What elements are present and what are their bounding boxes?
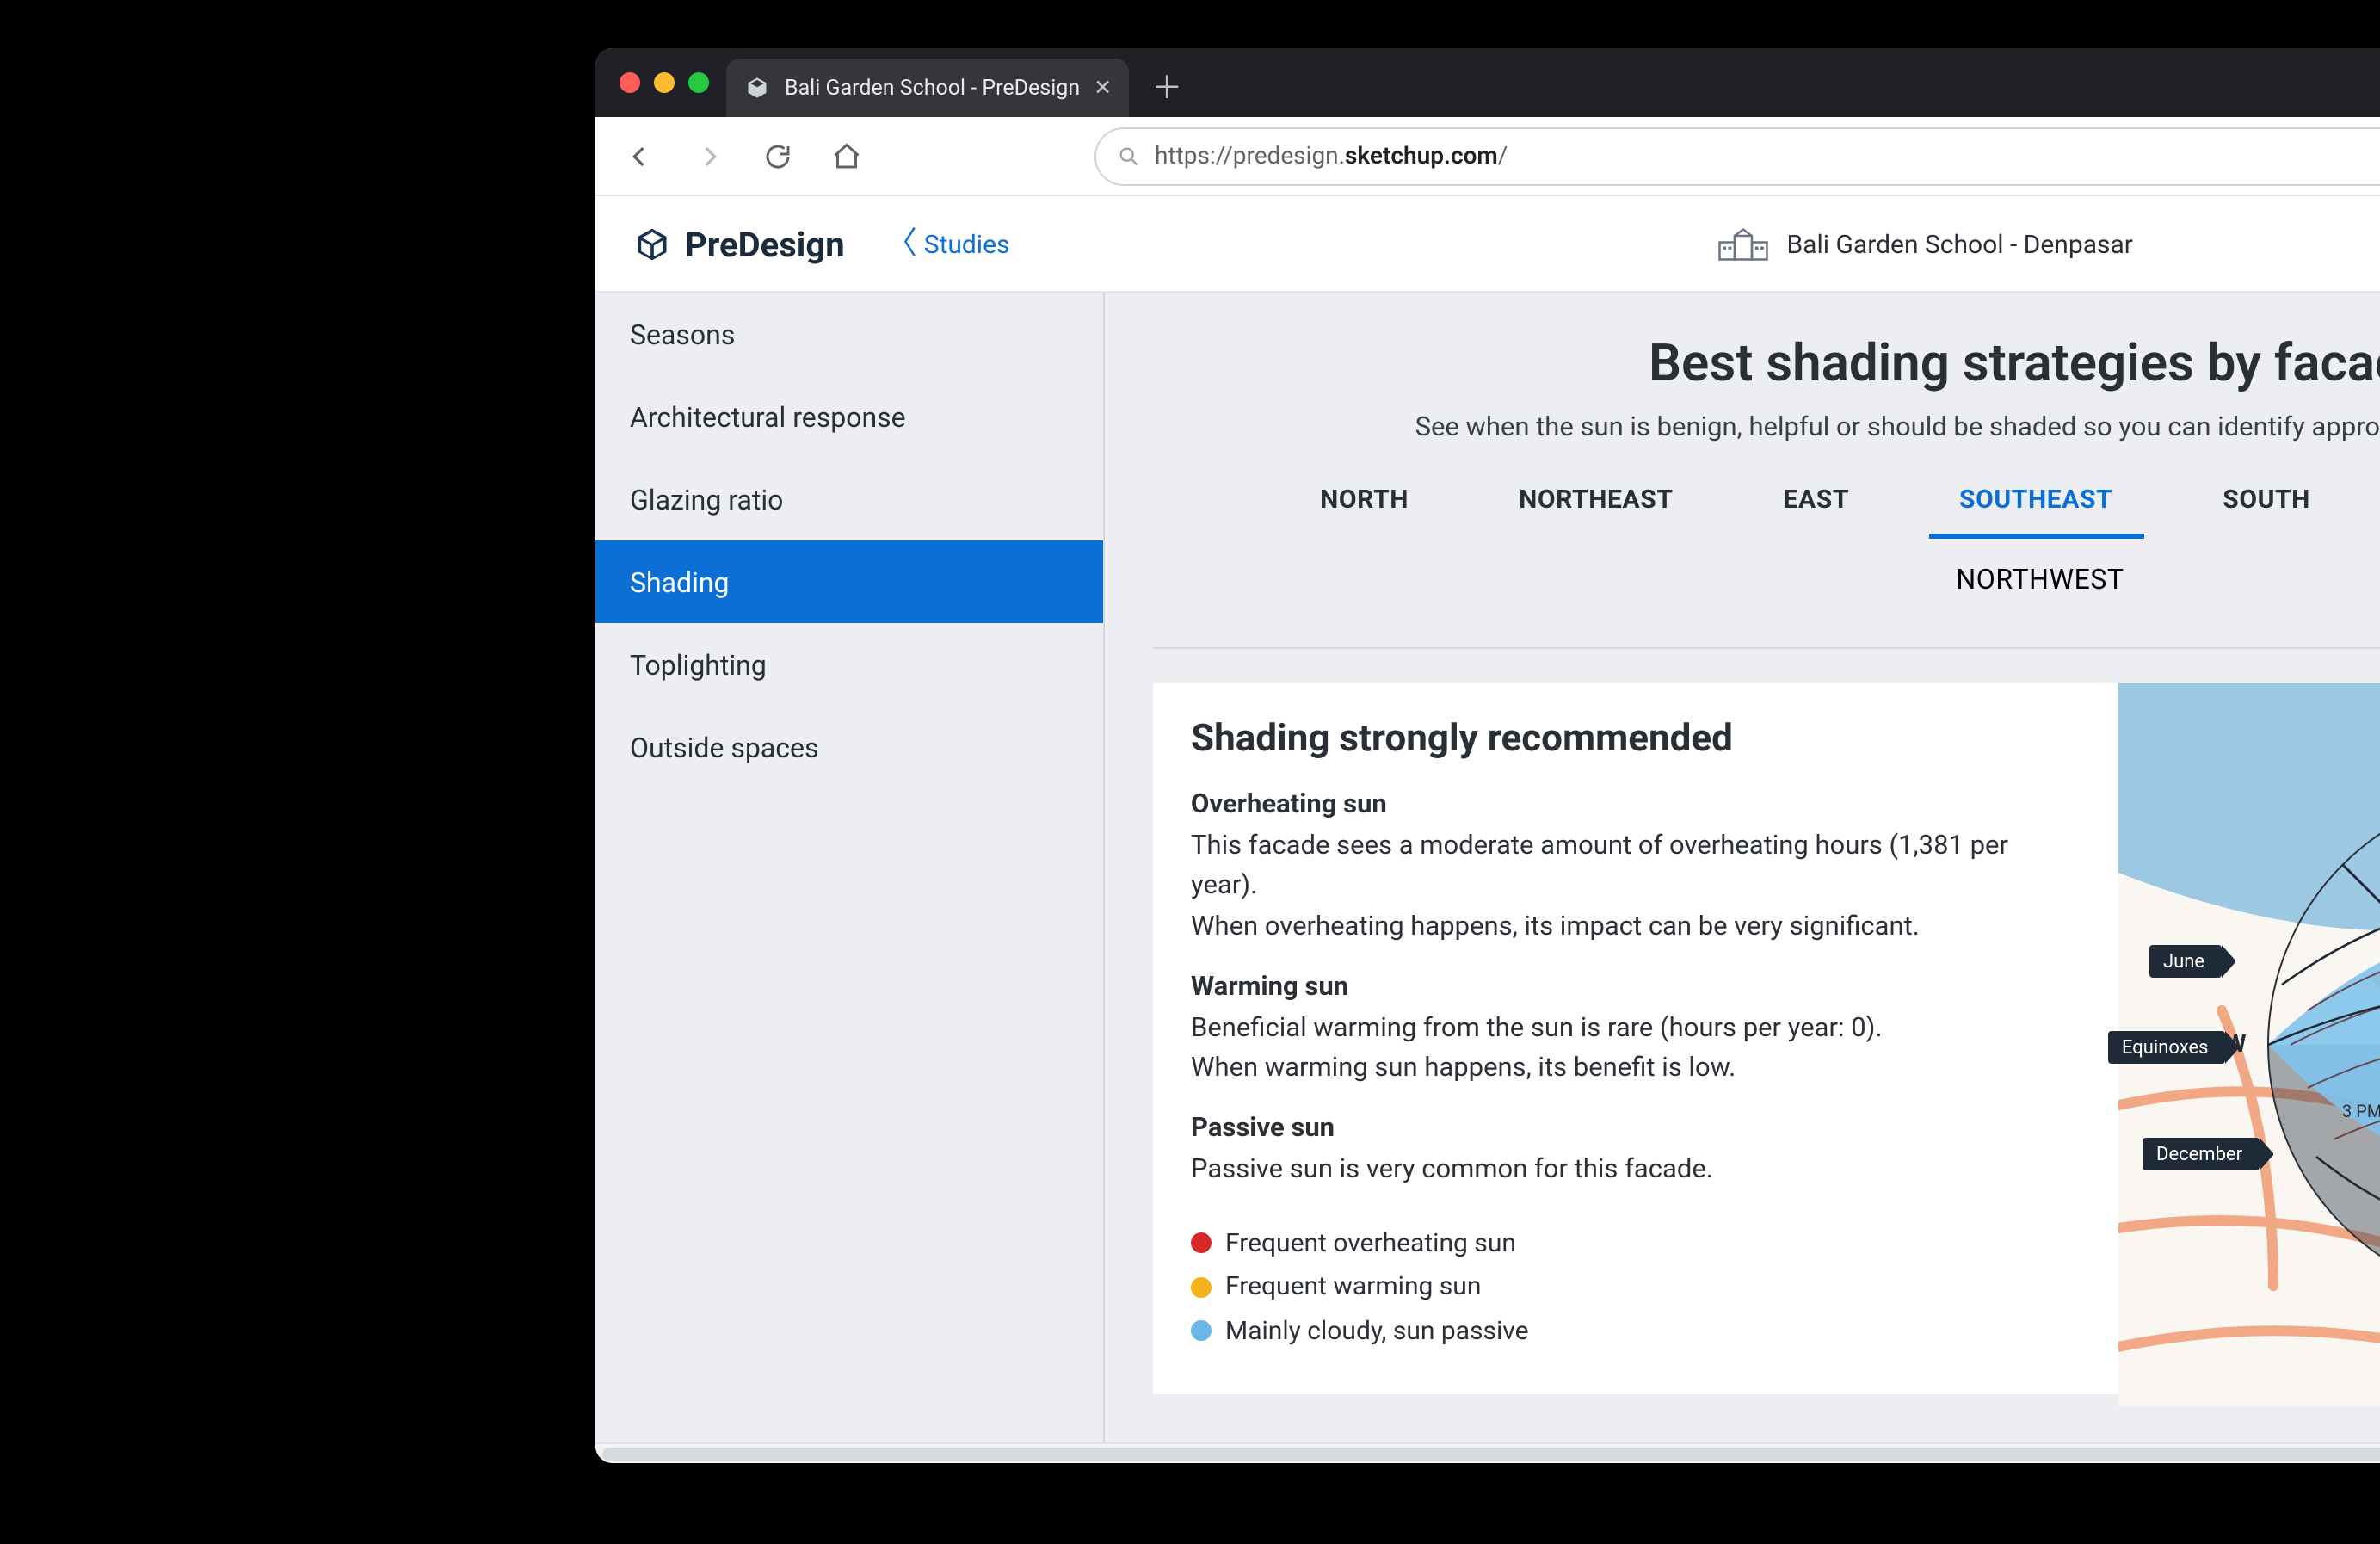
nav-reload-button[interactable] bbox=[750, 128, 805, 183]
sidebar-item-seasons[interactable]: Seasons bbox=[595, 293, 1103, 375]
nav-forward-button[interactable] bbox=[681, 128, 737, 183]
predesign-logo-icon bbox=[633, 225, 671, 262]
nav-home-button[interactable] bbox=[819, 128, 874, 183]
sidebar-item-architectural-response[interactable]: Architectural response bbox=[595, 375, 1103, 458]
results-text-panel: Shading strongly recommended Overheating… bbox=[1153, 683, 2118, 1394]
results-heading: Shading strongly recommended bbox=[1191, 718, 2081, 761]
back-link-label: Studies bbox=[923, 228, 1009, 259]
tab-title: Bali Garden School - PreDesign bbox=[785, 75, 1080, 101]
facade-tab-southeast[interactable]: SOUTHEAST bbox=[1952, 473, 2119, 532]
facade-tab-northeast[interactable]: NORTHEAST bbox=[1512, 473, 1680, 532]
main-content: Best shading strategies by facade See wh… bbox=[1105, 293, 2380, 1442]
facade-tab-south[interactable]: SOUTH bbox=[2216, 473, 2317, 532]
sidebar-item-label: Seasons bbox=[630, 318, 735, 350]
window-maximize-button[interactable] bbox=[688, 72, 709, 93]
window-minimize-button[interactable] bbox=[654, 72, 675, 93]
section-divider bbox=[1153, 647, 2380, 649]
sidebar: Seasons Architectural response Glazing r… bbox=[595, 293, 1105, 1442]
address-url: https://predesign.sketchup.com/ bbox=[1155, 142, 1508, 170]
legend-dot-blue bbox=[1191, 1321, 1212, 1342]
window-close-button[interactable] bbox=[620, 72, 640, 93]
sun-diagram-panel: N E S W Inside of building June Equinoxe… bbox=[2118, 683, 2380, 1394]
browser-tab[interactable]: Bali Garden School - PreDesign ✕ bbox=[726, 59, 1129, 117]
legend-row-passive: Mainly cloudy, sun passive bbox=[1191, 1309, 2081, 1353]
sidebar-item-shading[interactable]: Shading bbox=[595, 540, 1103, 623]
chevron-left-icon: 〈 bbox=[885, 228, 916, 259]
section-body: This facade sees a moderate amount of ov… bbox=[1191, 826, 2081, 906]
section-body: Passive sun is very common for this faca… bbox=[1191, 1151, 2081, 1191]
facade-tabs-row2: NORTHWEST bbox=[1153, 553, 2380, 613]
sidebar-item-toplighting[interactable]: Toplighting bbox=[595, 623, 1103, 706]
tag-equinoxes: Equinoxes bbox=[2108, 1031, 2226, 1064]
section-title-overheating: Overheating sun bbox=[1191, 788, 2081, 819]
page-subtitle: See when the sun is benign, helpful or s… bbox=[1153, 411, 2380, 442]
legend-dot-yellow bbox=[1191, 1277, 1212, 1298]
horizontal-scrollbar[interactable] bbox=[595, 1442, 2380, 1463]
new-tab-button[interactable]: ＋ bbox=[1143, 62, 1191, 110]
sidebar-item-label: Outside spaces bbox=[630, 731, 819, 763]
search-icon bbox=[1117, 144, 1141, 168]
sidebar-item-label: Shading bbox=[630, 565, 730, 598]
legend-row-warming: Frequent warming sun bbox=[1191, 1265, 2081, 1309]
browser-window: Bali Garden School - PreDesign ✕ ＋ h bbox=[595, 48, 2380, 1463]
nav-back-button[interactable] bbox=[613, 128, 668, 183]
legend-label: Mainly cloudy, sun passive bbox=[1225, 1309, 1529, 1353]
building-icon bbox=[1717, 226, 1769, 261]
sidebar-item-outside-spaces[interactable]: Outside spaces bbox=[595, 706, 1103, 788]
page-title: Best shading strategies by facade bbox=[1153, 334, 2380, 394]
project-title: Bali Garden School - Denpasar bbox=[1786, 228, 2133, 259]
legend-label: Frequent overheating sun bbox=[1225, 1221, 1516, 1265]
tab-favicon bbox=[743, 74, 771, 102]
tab-close-button[interactable]: ✕ bbox=[1094, 74, 1112, 102]
project-indicator[interactable]: Bali Garden School - Denpasar bbox=[1717, 226, 2133, 261]
time-label-3pm: 3 PM bbox=[2342, 1103, 2380, 1122]
sidebar-item-label: Architectural response bbox=[630, 400, 906, 433]
window-controls bbox=[613, 48, 726, 117]
back-to-studies-link[interactable]: 〈 Studies bbox=[885, 228, 1009, 259]
sidebar-item-label: Glazing ratio bbox=[630, 483, 783, 516]
browser-tab-strip: Bali Garden School - PreDesign ✕ ＋ bbox=[595, 48, 2380, 117]
legend-row-overheating: Frequent overheating sun bbox=[1191, 1221, 2081, 1265]
facade-tab-northwest[interactable]: NORTHWEST bbox=[1949, 553, 2130, 613]
section-title-passive: Passive sun bbox=[1191, 1113, 2081, 1144]
section-title-warming: Warming sun bbox=[1191, 971, 2081, 1002]
legend: Frequent overheating sun Frequent warmin… bbox=[1191, 1221, 2081, 1353]
tag-june: June bbox=[2149, 945, 2222, 978]
results-panel: Shading strongly recommended Overheating… bbox=[1153, 683, 2380, 1394]
section-body: Beneficial warming from the sun is rare … bbox=[1191, 1009, 2081, 1049]
app-brand-name: PreDesign bbox=[685, 223, 845, 264]
app-logo[interactable]: PreDesign bbox=[633, 223, 845, 264]
browser-toolbar: https://predesign.sketchup.com/ bbox=[595, 117, 2380, 196]
facade-tab-east[interactable]: EAST bbox=[1776, 473, 1856, 532]
app-body: Seasons Architectural response Glazing r… bbox=[595, 293, 2380, 1442]
legend-label: Frequent warming sun bbox=[1225, 1265, 1481, 1309]
sidebar-item-glazing-ratio[interactable]: Glazing ratio bbox=[595, 458, 1103, 540]
section-body: When warming sun happens, its benefit is… bbox=[1191, 1048, 2081, 1089]
app-header: PreDesign 〈 Studies Bali Garden School -… bbox=[595, 196, 2380, 293]
section-body: When overheating happens, its impact can… bbox=[1191, 906, 2081, 947]
facade-tab-north[interactable]: NORTH bbox=[1313, 473, 1415, 532]
address-bar[interactable]: https://predesign.sketchup.com/ bbox=[1094, 127, 2380, 185]
tag-december: December bbox=[2143, 1138, 2260, 1170]
legend-dot-red bbox=[1191, 1233, 1212, 1254]
sidebar-item-label: Toplighting bbox=[630, 648, 767, 681]
facade-tabs: NORTH NORTHEAST EAST SOUTHEAST SOUTH SOU… bbox=[1153, 473, 2380, 532]
